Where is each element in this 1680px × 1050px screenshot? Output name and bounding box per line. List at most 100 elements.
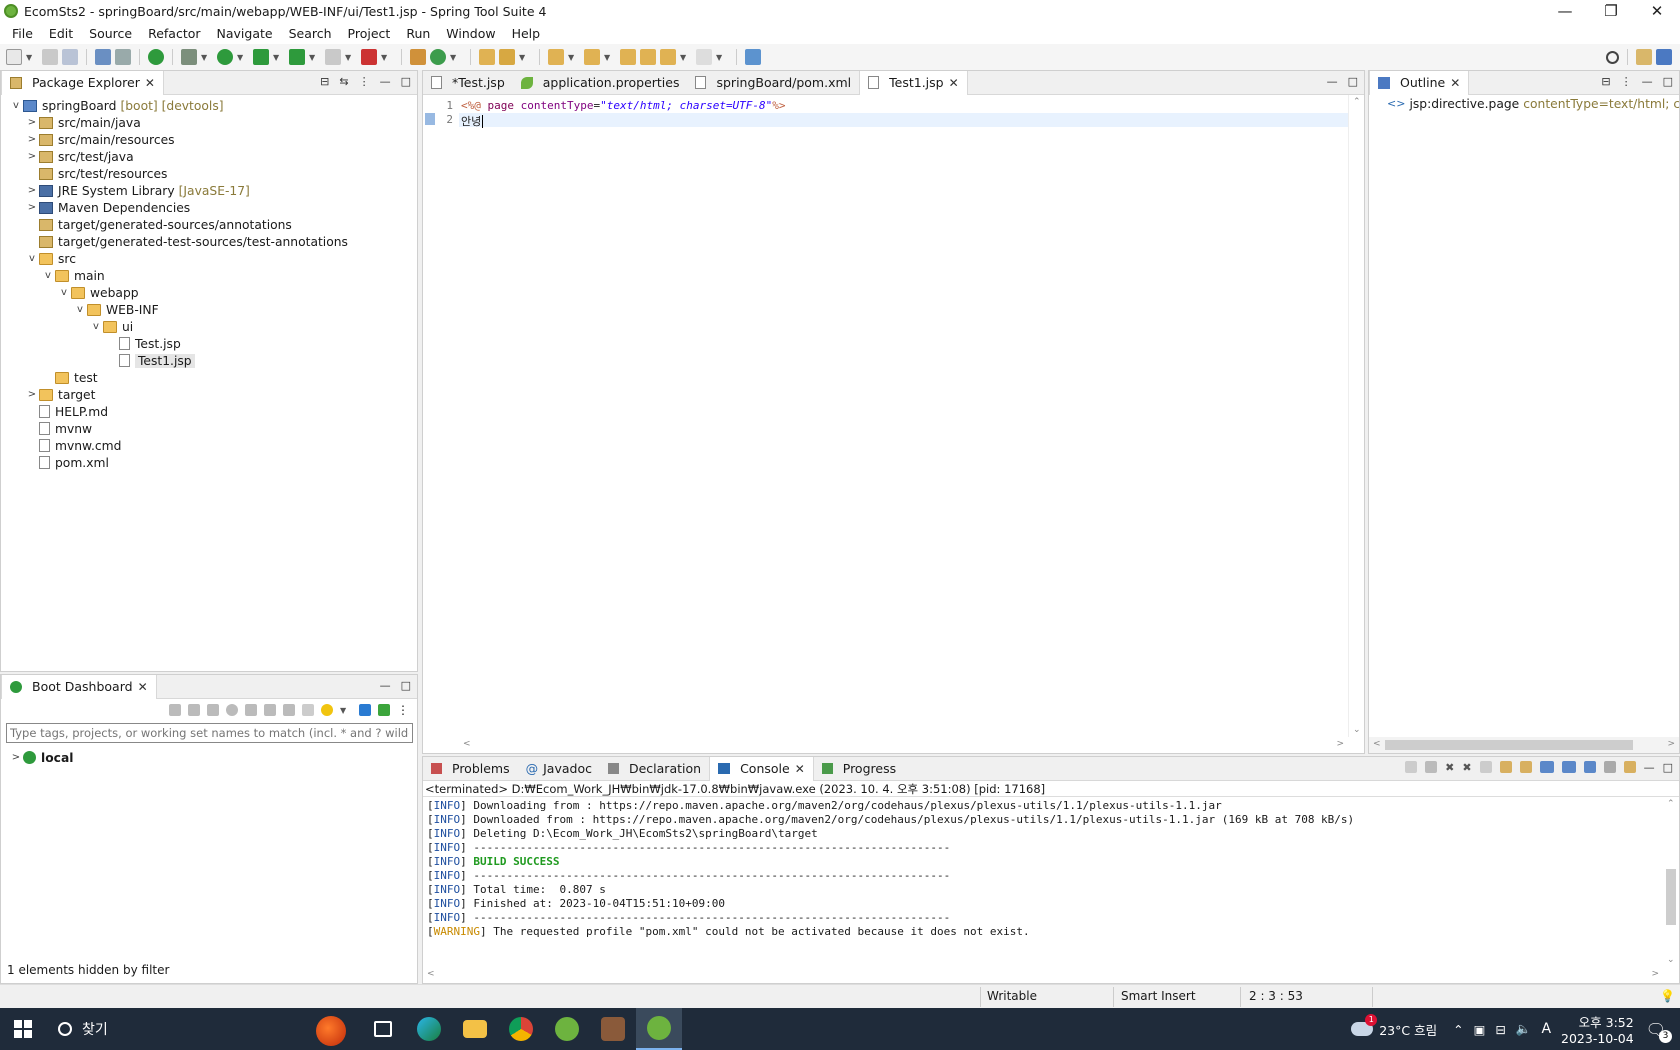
- tab-javadoc[interactable]: @ Javadoc: [518, 757, 600, 781]
- debug-dropdown-icon[interactable]: ▼: [201, 53, 207, 62]
- start-icon[interactable]: [169, 704, 181, 716]
- collapse-all-icon[interactable]: ⊟: [320, 75, 329, 88]
- debug-icon[interactable]: [181, 49, 197, 65]
- view-menu-icon[interactable]: ⋮: [397, 703, 409, 717]
- tree-item[interactable]: > Maven Dependencies: [1, 199, 417, 216]
- menu-edit[interactable]: Edit: [41, 26, 81, 41]
- add-icon[interactable]: [378, 704, 390, 716]
- maximize-view-icon[interactable]: □: [401, 75, 411, 88]
- open-console-icon[interactable]: [1623, 761, 1636, 773]
- edit-icon[interactable]: [283, 704, 295, 716]
- menu-navigate[interactable]: Navigate: [209, 26, 281, 41]
- pin-editor-icon[interactable]: [745, 49, 761, 65]
- pin-icon[interactable]: [1583, 761, 1596, 773]
- java-perspective-icon[interactable]: [1656, 49, 1672, 65]
- console-horizontal-scrollbar[interactable]: < >: [423, 967, 1663, 983]
- tab-application-properties[interactable]: application.properties: [513, 71, 688, 95]
- show-stdout-icon[interactable]: [1539, 761, 1554, 773]
- tree-item[interactable]: > JRE System Library [JavaSE-17]: [1, 182, 417, 199]
- local-item[interactable]: > local: [1, 749, 417, 766]
- menu-file[interactable]: File: [4, 26, 41, 41]
- view-menu-icon[interactable]: ⋮: [359, 75, 370, 88]
- clear-console-icon[interactable]: [1479, 761, 1492, 773]
- last-edit-icon[interactable]: [620, 49, 636, 65]
- chevron-down-icon[interactable]: v: [89, 321, 103, 332]
- maximize-view-icon[interactable]: □: [1663, 75, 1673, 88]
- collapse-all-icon[interactable]: ⊟: [1601, 75, 1610, 88]
- tree-item[interactable]: target/generated-sources/annotations: [1, 216, 417, 233]
- notification-button[interactable]: 🗨 3: [1646, 1020, 1672, 1043]
- open-type-icon[interactable]: [479, 49, 495, 65]
- chevron-right-icon[interactable]: >: [25, 151, 39, 162]
- menu-source[interactable]: Source: [81, 26, 140, 41]
- new-package-icon[interactable]: [410, 49, 426, 65]
- network-icon[interactable]: ⊟: [1495, 1022, 1505, 1037]
- console-open-icon[interactable]: [245, 704, 257, 716]
- editor-horizontal-scrollbar[interactable]: < >: [459, 737, 1348, 753]
- minimize-view-icon[interactable]: —: [380, 679, 391, 692]
- tab-package-explorer[interactable]: Package Explorer ✕: [1, 70, 164, 95]
- outline-horizontal-scrollbar[interactable]: < >: [1369, 737, 1679, 753]
- minimize-view-icon[interactable]: —: [380, 75, 391, 88]
- lightbulb-dropdown-icon[interactable]: ▼: [340, 706, 346, 715]
- restore-button[interactable]: ❐: [1588, 2, 1634, 20]
- tree-item[interactable]: > src/main/resources: [1, 131, 417, 148]
- stop-icon[interactable]: [325, 49, 341, 65]
- chevron-right-icon[interactable]: >: [25, 134, 39, 145]
- prev-annotation-dropdown-icon[interactable]: ▼: [604, 53, 610, 62]
- minimize-view-icon[interactable]: —: [1644, 761, 1655, 774]
- chevron-right-icon[interactable]: >: [25, 389, 39, 400]
- search-icon[interactable]: [1606, 50, 1619, 64]
- stop-app-icon[interactable]: [207, 704, 219, 716]
- ime-indicator[interactable]: A: [1541, 1021, 1551, 1037]
- tab-outline[interactable]: Outline ✕: [1369, 70, 1470, 95]
- code-editor[interactable]: <%@ page contentType="text/html; charset…: [459, 95, 1348, 737]
- menu-window[interactable]: Window: [438, 26, 503, 41]
- tree-item[interactable]: pom.xml: [1, 454, 417, 471]
- tree-item[interactable]: > src/main/java: [1, 114, 417, 131]
- minimize-view-icon[interactable]: —: [1327, 75, 1338, 88]
- view-menu-icon[interactable]: ⋮: [1621, 75, 1632, 88]
- expose-icon[interactable]: [264, 704, 276, 716]
- table-icon[interactable]: [302, 704, 314, 716]
- maximize-view-icon[interactable]: □: [1663, 761, 1673, 774]
- menu-help[interactable]: Help: [504, 26, 549, 41]
- chrome-button[interactable]: [498, 1008, 544, 1050]
- forward-edit-icon[interactable]: [640, 49, 656, 65]
- remove-launch-icon[interactable]: ✖: [1445, 761, 1454, 774]
- run-dropdown-icon[interactable]: ▼: [237, 53, 243, 62]
- terminate-icon[interactable]: [1425, 761, 1438, 773]
- terminal-icon[interactable]: [95, 49, 111, 65]
- chevron-down-icon[interactable]: v: [9, 100, 23, 111]
- save-all-icon[interactable]: [62, 49, 78, 65]
- tree-item[interactable]: v ui: [1, 318, 417, 335]
- run-icon[interactable]: [217, 49, 233, 65]
- new-class-icon[interactable]: [430, 49, 446, 65]
- external-tools-dropdown-icon[interactable]: ▼: [309, 53, 315, 62]
- tab-console[interactable]: Console ✕: [709, 756, 814, 781]
- debug-start-icon[interactable]: [188, 704, 200, 716]
- outline-item[interactable]: <> jsp:directive.page contentType=text/h…: [1369, 95, 1679, 112]
- tree-item[interactable]: Test1.jsp: [1, 352, 417, 369]
- new-dropdown-icon[interactable]: ▼: [26, 53, 32, 62]
- remove-all-icon[interactable]: ✖: [1462, 761, 1471, 774]
- tree-item[interactable]: v webapp: [1, 284, 417, 301]
- stop-dropdown-icon[interactable]: ▼: [345, 53, 351, 62]
- close-icon[interactable]: ✕: [1450, 76, 1460, 90]
- menu-project[interactable]: Project: [340, 26, 399, 41]
- coverage-icon[interactable]: [253, 49, 269, 65]
- show-stderr-icon[interactable]: [1561, 761, 1576, 773]
- clock[interactable]: 오후 3:52 2023-10-04: [1561, 1012, 1634, 1046]
- open-perspective-icon[interactable]: [1636, 49, 1652, 65]
- search-tool-icon[interactable]: [499, 49, 515, 65]
- external-tools-icon[interactable]: [289, 49, 305, 65]
- console-vertical-scrollbar[interactable]: ⌃ ⌄: [1663, 797, 1679, 967]
- tree-item[interactable]: v springBoard [boot] [devtools]: [1, 97, 417, 114]
- tab-test-jsp[interactable]: *Test.jsp: [423, 71, 513, 95]
- tab-test1-jsp[interactable]: Test1.jsp ✕: [859, 70, 968, 95]
- tree-item[interactable]: > target: [1, 386, 417, 403]
- relaunch-dropdown-icon[interactable]: ▼: [381, 53, 387, 62]
- tree-item[interactable]: mvnw: [1, 420, 417, 437]
- relaunch-icon[interactable]: [361, 49, 377, 65]
- prev-annotation-icon[interactable]: [584, 49, 600, 65]
